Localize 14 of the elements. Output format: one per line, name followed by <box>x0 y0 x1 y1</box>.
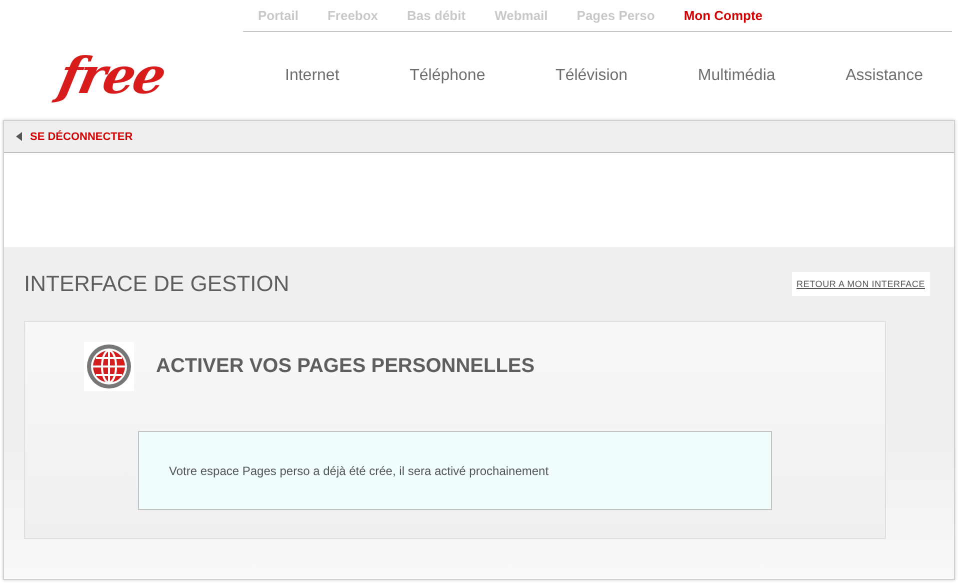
main-nav-link[interactable]: Assistance <box>846 66 923 84</box>
main-nav-link[interactable]: Télévision <box>556 66 628 84</box>
main-nav-link[interactable]: Internet <box>285 66 340 84</box>
back-link[interactable]: RETOUR A MON INTERFACE <box>792 272 930 296</box>
info-message: Votre espace Pages perso a déjà été crée, il sera activé prochainement <box>138 431 772 510</box>
logo[interactable]: free <box>54 50 169 100</box>
main-nav-link[interactable]: Multimédia <box>698 66 776 84</box>
main-nav-link[interactable]: Téléphone <box>410 66 486 84</box>
globe-icon <box>84 342 134 391</box>
card-heading: ACTIVER VOS PAGES PERSONNELLES <box>156 355 535 378</box>
logout-link[interactable]: SE DÉCONNECTER <box>16 130 133 142</box>
caret-icon <box>16 132 22 141</box>
page-title: INTERFACE DE GESTION <box>24 271 290 297</box>
top-nav-link[interactable]: Mon Compte <box>684 8 763 23</box>
